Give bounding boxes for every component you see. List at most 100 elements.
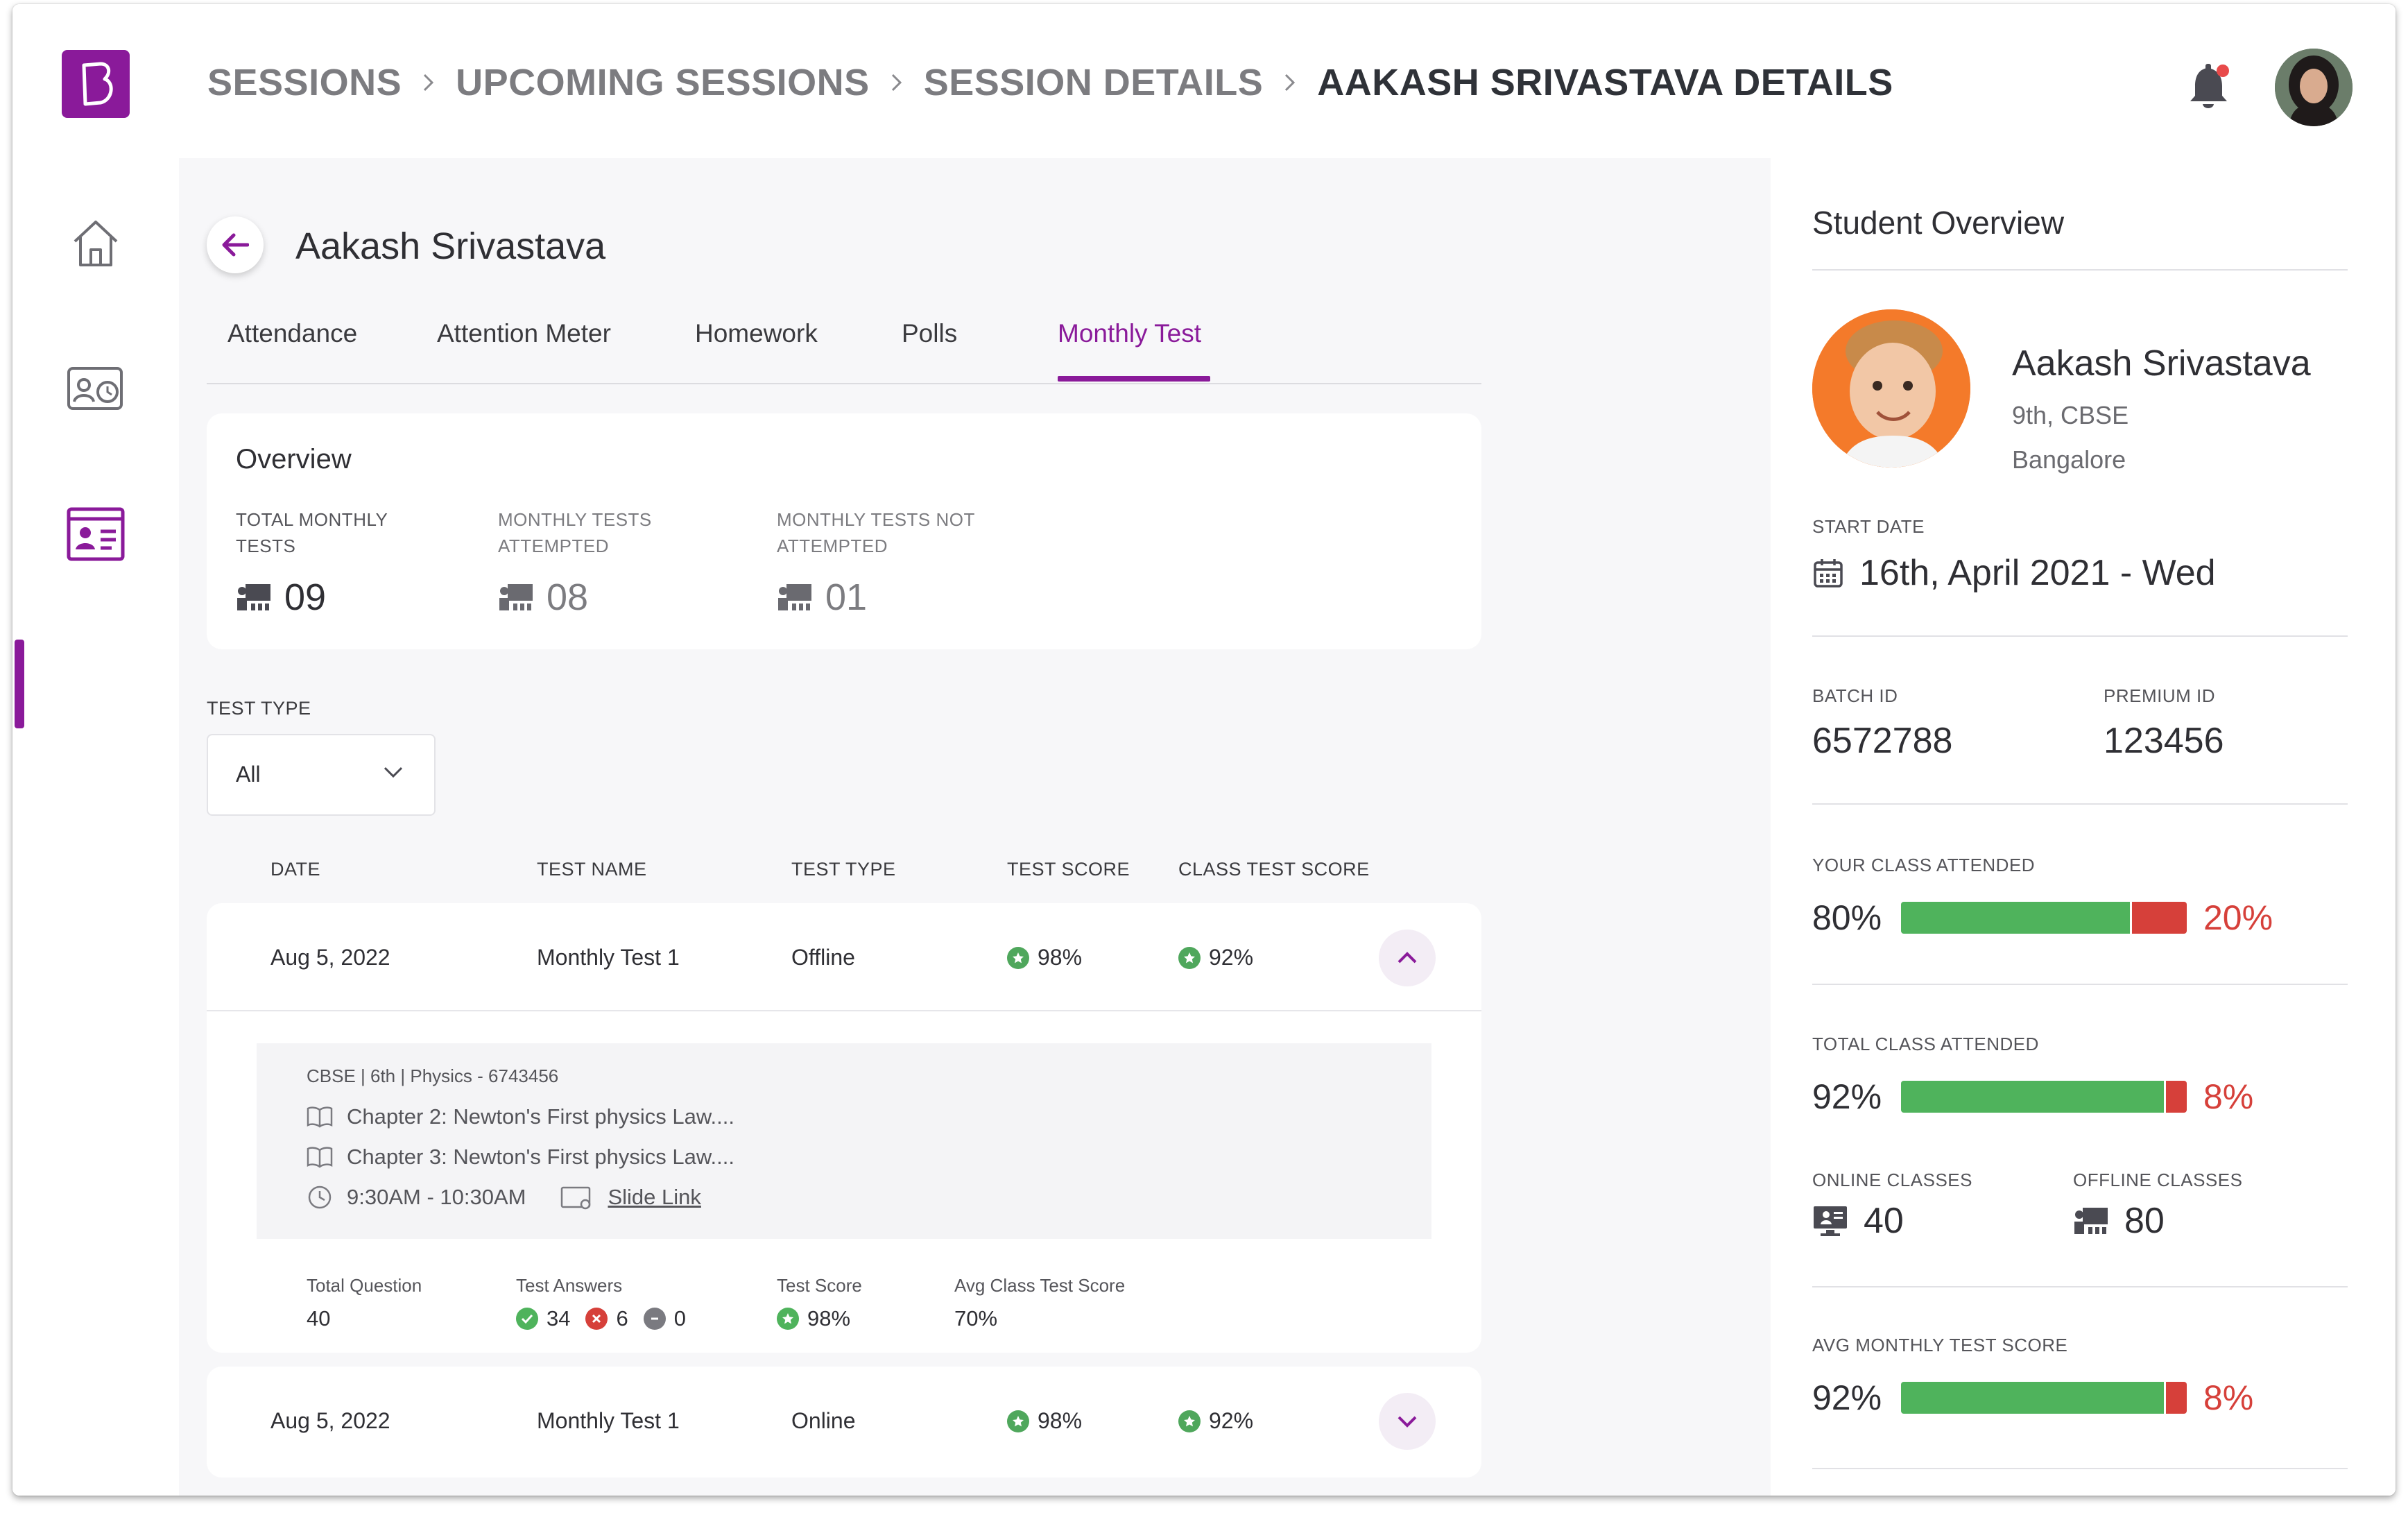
total-class-label: TOTAL CLASS ATTENDED: [1812, 1034, 2039, 1054]
summary-label: Avg Class Test Score: [954, 1275, 1126, 1296]
user-avatar[interactable]: [2275, 49, 2353, 126]
chapter-text: Chapter 2: Newton's First physics Law...…: [347, 1104, 734, 1129]
missed-percent: 8%: [2203, 1077, 2254, 1116]
monitor-icon: [1814, 1206, 1847, 1236]
cell-test-name: Monthly Test 1: [537, 945, 680, 970]
score-fill: [1901, 1382, 2165, 1414]
nav-schedule-card-icon[interactable]: [61, 354, 130, 423]
tab-attendance[interactable]: Attendance: [227, 319, 357, 348]
session-time: 9:30AM - 10:30AM: [347, 1185, 526, 1209]
attended-percent: 92%: [1812, 1378, 1882, 1417]
missed-fill: [2164, 1081, 2187, 1113]
tab-attention-meter[interactable]: Attention Meter: [437, 319, 611, 348]
row-divider: [207, 1010, 1481, 1011]
stat-value-row: 08: [498, 576, 678, 619]
chevron-right-icon: [889, 71, 904, 94]
premium-id-label: PREMIUM ID: [2104, 685, 2215, 706]
slide-link[interactable]: Slide Link: [608, 1185, 700, 1210]
summary-total-question: Total Question 40: [307, 1275, 422, 1331]
collapse-row-button[interactable]: [1379, 930, 1436, 986]
calendar-icon: [1814, 559, 1843, 588]
attendance-bar: [1901, 1081, 2187, 1113]
offline-classes-value: 80: [2124, 1201, 2165, 1241]
test-type-select[interactable]: All: [207, 734, 436, 816]
app-window: SESSIONS UPCOMING SESSIONS SESSION DETAI…: [12, 4, 2396, 1496]
attended-percent: 92%: [1812, 1077, 1882, 1116]
answers-wrong: 6: [585, 1306, 628, 1331]
divider: [1812, 1286, 2348, 1287]
star-badge-icon: [1007, 946, 1029, 969]
nav-home-icon[interactable]: [61, 208, 130, 277]
book-icon: [307, 1147, 333, 1168]
student-city: Bangalore: [2012, 445, 2126, 474]
divider: [1812, 269, 2348, 271]
attendance-bar: [1901, 902, 2187, 934]
stat-label: MONTHLY TESTS NOT ATTEMPTED: [777, 509, 975, 556]
start-date-label: START DATE: [1812, 516, 1925, 537]
score-value: 98%: [1038, 945, 1083, 970]
breadcrumb-item-session-details[interactable]: SESSION DETAILS: [924, 61, 1264, 104]
breadcrumb-item-upcoming-sessions[interactable]: UPCOMING SESSIONS: [456, 61, 870, 104]
book-icon: [307, 1106, 333, 1128]
nav-active-indicator: [15, 640, 24, 728]
total-class-attendance: 92% 8%: [1812, 1077, 2253, 1117]
student-name: Aakash Srivastava: [2012, 343, 2311, 384]
correct-count: 34: [547, 1306, 571, 1330]
cell-class-test-score: 92%: [1178, 1408, 1253, 1434]
star-badge-icon: [1007, 1410, 1029, 1432]
your-class-label: YOUR CLASS ATTENDED: [1812, 855, 2036, 875]
stat-value: 09: [284, 576, 327, 618]
attended-fill: [1901, 1081, 2165, 1113]
summary-test-answers: Test Answers 34 6 0: [516, 1275, 701, 1331]
tab-polls[interactable]: Polls: [902, 319, 957, 348]
cell-date: Aug 5, 2022: [270, 945, 390, 970]
col-header-test-type: TEST TYPE: [791, 859, 896, 880]
table-row[interactable]: Aug 5, 2022 Monthly Test 1 Online 98% 92…: [207, 1367, 1481, 1478]
chevron-down-icon: [383, 766, 404, 782]
nav-profile-card-icon[interactable]: [61, 499, 130, 569]
tab-monthly-test[interactable]: Monthly Test: [1058, 319, 1201, 348]
minus-icon: [643, 1308, 666, 1330]
answers-skipped: 0: [643, 1306, 686, 1331]
top-bar: SESSIONS UPCOMING SESSIONS SESSION DETAI…: [12, 4, 2396, 158]
stat-label: MONTHLY TESTS ATTEMPTED: [498, 509, 652, 556]
start-date-row: 16th, April 2021 - Wed: [1812, 552, 2216, 594]
classroom-icon: [778, 584, 811, 610]
breadcrumb-item-sessions[interactable]: SESSIONS: [207, 61, 402, 104]
panel-title: Student Overview: [1812, 205, 2065, 241]
stat-value: 01: [825, 576, 868, 618]
star-badge-icon: [1178, 1410, 1201, 1432]
cell-date: Aug 5, 2022: [270, 1408, 390, 1433]
col-header-test-name: TEST NAME: [537, 859, 647, 880]
chapter-text: Chapter 3: Newton's First physics Law...…: [347, 1145, 734, 1169]
answers-row: 34 6 0: [516, 1306, 701, 1331]
stat-tests-not-attempted: MONTHLY TESTS NOT ATTEMPTED 01: [777, 506, 985, 619]
online-classes-value: 40: [1864, 1201, 1904, 1241]
summary-value: 70%: [954, 1306, 998, 1330]
tab-homework[interactable]: Homework: [695, 319, 818, 348]
attended-fill: [1901, 902, 2130, 934]
divider: [1812, 984, 2348, 985]
test-details-box: CBSE | 6th | Physics - 6743456 Chapter 2…: [257, 1043, 1431, 1239]
back-arrow-icon: [222, 233, 249, 257]
student-grade: 9th, CBSE: [2012, 401, 2129, 429]
active-tab-indicator: [1058, 376, 1210, 382]
student-overview-panel: Student Overview Aakash Srivastava 9th, …: [1771, 158, 2396, 1496]
app-logo[interactable]: [62, 50, 130, 118]
check-icon: [516, 1308, 538, 1330]
back-button[interactable]: [207, 216, 264, 273]
stat-value-row: 01: [777, 576, 985, 619]
missed-fill: [2164, 1382, 2187, 1414]
chapter-item: Chapter 2: Newton's First physics Law...…: [307, 1104, 734, 1129]
chevron-right-icon: [421, 71, 436, 94]
stat-value: 08: [547, 576, 589, 618]
slide-icon: [561, 1186, 591, 1210]
expand-row-button[interactable]: [1379, 1393, 1436, 1450]
table-row[interactable]: Aug 5, 2022 Monthly Test 1 Offline 98% 9…: [207, 903, 1481, 1353]
time-and-slide: 9:30AM - 10:30AM Slide Link: [307, 1185, 701, 1210]
your-class-attendance: 80% 20%: [1812, 898, 2273, 938]
col-header-test-score: TEST SCORE: [1007, 859, 1130, 880]
bell-icon[interactable]: [2187, 61, 2235, 114]
summary-label: Test Score: [777, 1275, 862, 1296]
cell-test-name: Monthly Test 1: [537, 1408, 680, 1433]
